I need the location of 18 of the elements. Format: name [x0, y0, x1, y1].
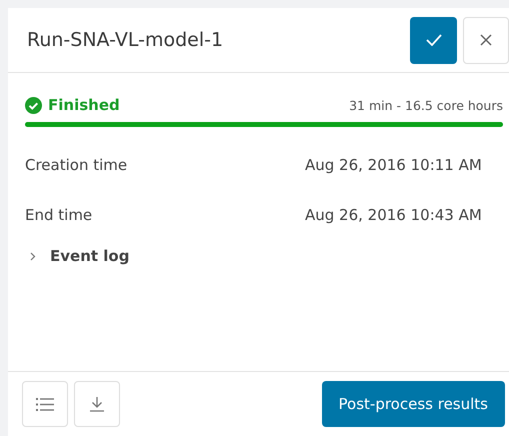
download-icon	[90, 396, 104, 412]
chevron-icon[interactable]	[30, 252, 36, 260]
detail-label: Creation time	[25, 155, 128, 176]
detail-value: Aug 26, 2016 10:11 AM	[305, 155, 483, 176]
event-log-toggle[interactable]: Event log	[50, 247, 130, 265]
check-icon	[426, 34, 442, 46]
run-title: Run-SNA-VL-model-1	[27, 29, 224, 51]
run-summary: 31 min - 16.5 core hours	[349, 98, 503, 112]
status-label: Finished	[48, 96, 121, 114]
confirm-button[interactable]	[410, 16, 457, 64]
detail-label: End time	[25, 205, 94, 226]
close-icon	[480, 34, 492, 46]
check-circle-icon	[25, 96, 42, 114]
list-icon	[36, 398, 54, 410]
detail-value: Aug 26, 2016 10:43 AM	[305, 205, 483, 226]
post-process-button[interactable]: Post-process results	[322, 381, 505, 427]
list-button[interactable]	[22, 381, 68, 427]
close-button[interactable]	[463, 16, 509, 64]
